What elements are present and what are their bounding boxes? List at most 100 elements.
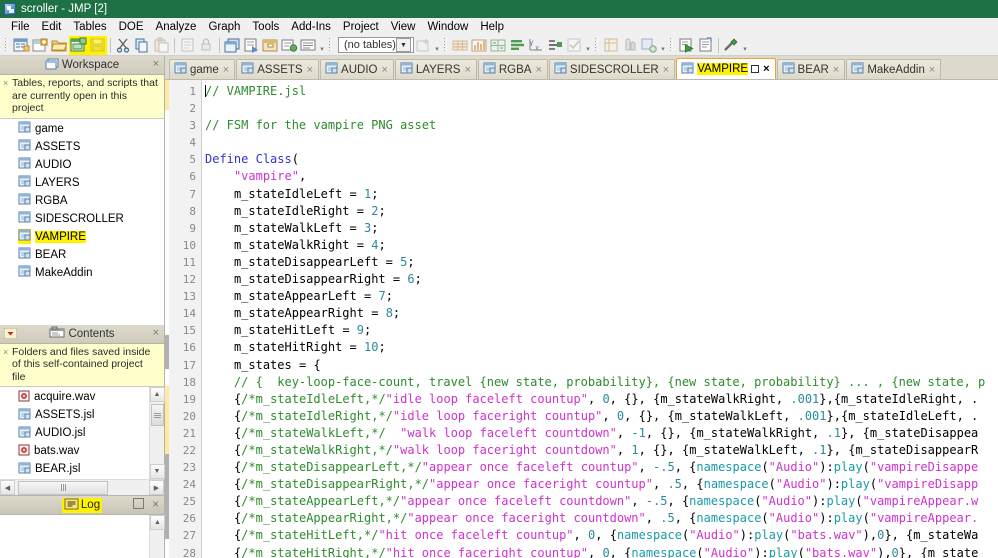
code-line[interactable]: Define Class(	[205, 151, 998, 168]
tab-bear[interactable]: BEAR ×	[776, 59, 846, 79]
log-content[interactable]	[0, 515, 149, 558]
toolbar-grip-2[interactable]	[328, 37, 334, 53]
scroll-left-icon[interactable]: ◀	[0, 480, 15, 495]
menu-item-file[interactable]: File	[5, 20, 36, 34]
tab-sidescroller[interactable]: SIDESCROLLER ×	[548, 59, 676, 79]
workspace-item-sidescroller[interactable]: SIDESCROLLER	[0, 210, 164, 228]
code-line[interactable]: {/*m_stateHitRight,*/"hit once faceright…	[205, 545, 998, 558]
scrollbar-thumb[interactable]	[150, 404, 164, 426]
toolbar-overflow-3[interactable]: ▾	[584, 37, 592, 53]
menu-item-doe[interactable]: DOE	[113, 20, 150, 34]
contents-list[interactable]: acquire.wav ASSETS.jsl AUDIO.jsl bats.wa…	[0, 387, 149, 479]
code-line[interactable]: m_stateDisappearRight = 6;	[205, 271, 998, 288]
contents-collapse-icon[interactable]	[3, 327, 18, 342]
code-line[interactable]: {/*m_stateDisappearRight,*/"appear once …	[205, 476, 998, 493]
scroll-down-icon[interactable]: ▼	[149, 464, 165, 479]
tab-vampire[interactable]: VAMPIRE ×	[676, 58, 776, 79]
menu-item-add-ins[interactable]: Add-Ins	[285, 20, 337, 34]
tab-makeaddin[interactable]: MakeAddin ×	[846, 59, 942, 79]
code-line[interactable]: // FSM for the vampire PNG asset	[205, 117, 998, 134]
code-editor[interactable]: 1 2 3 4 5 6 7 8 9 10 11 12 13 14 15 16 17 18 19 20 21 22 23 24 2…	[165, 79, 998, 558]
tab-close-icon[interactable]: ×	[929, 64, 935, 76]
fit-y-by-x-icon[interactable]	[470, 36, 489, 55]
code-line[interactable]	[205, 134, 998, 151]
lock-icon[interactable]	[197, 36, 216, 55]
contents-item-bats-wav[interactable]: bats.wav	[0, 442, 149, 460]
fit-model-icon[interactable]	[489, 36, 508, 55]
workspace-item-audio[interactable]: AUDIO	[0, 156, 164, 174]
add-table-icon[interactable]	[414, 36, 433, 55]
chart-icon[interactable]	[508, 36, 527, 55]
distribution-icon[interactable]	[451, 36, 470, 55]
toolbar-overflow-4[interactable]: ▾	[659, 37, 667, 53]
debugger-icon[interactable]	[722, 36, 741, 55]
code-line[interactable]: m_stateHitRight = 10;	[205, 339, 998, 356]
code-content[interactable]: // VAMPIRE.jsl // FSM for the vampire PN…	[202, 80, 998, 558]
preferences-icon[interactable]	[280, 36, 299, 55]
tab-rgba[interactable]: RGBA ×	[477, 59, 548, 79]
code-line[interactable]: m_stateIdleRight = 2;	[205, 203, 998, 220]
tab-close-icon[interactable]: ×	[464, 64, 470, 76]
menu-item-window[interactable]: Window	[421, 20, 474, 34]
graph-builder-icon[interactable]: Yx	[527, 36, 546, 55]
workspace-item-makeaddin[interactable]: MakeAddin	[0, 264, 164, 282]
columns-icon[interactable]	[621, 36, 640, 55]
menu-item-edit[interactable]: Edit	[36, 20, 68, 34]
tab-close-icon[interactable]: ×	[223, 64, 229, 76]
scroll-up-icon[interactable]: ▲	[149, 387, 165, 402]
log-close-icon[interactable]: ×	[152, 499, 159, 511]
copy-icon[interactable]	[133, 36, 152, 55]
workspace-tip-close-icon[interactable]: ×	[3, 77, 8, 90]
new-data-table-icon[interactable]	[12, 36, 31, 55]
contents-item-bear-jsl[interactable]: BEAR.jsl	[0, 460, 149, 478]
menu-item-tables[interactable]: Tables	[67, 20, 112, 34]
code-line[interactable]: m_stateWalkLeft = 3;	[205, 220, 998, 237]
run-script-icon[interactable]	[677, 36, 696, 55]
toolbar-grip[interactable]	[4, 37, 10, 53]
contents-tip-close-icon[interactable]: ×	[3, 346, 8, 359]
tab-close-icon[interactable]: ×	[833, 64, 839, 76]
checklist-icon[interactable]	[565, 36, 584, 55]
code-line[interactable]: m_stateDisappearLeft = 5;	[205, 254, 998, 271]
menu-item-graph[interactable]: Graph	[202, 20, 246, 34]
workspace-list[interactable]: game ASSETS AUDIO LAYERS RGBA SIDESCROLL…	[0, 118, 164, 325]
workspace-close-icon[interactable]: ×	[153, 58, 159, 70]
tab-close-icon[interactable]: ×	[381, 64, 387, 76]
workspace-item-rgba[interactable]: RGBA	[0, 192, 164, 210]
log-vertical-scrollbar[interactable]: ▲	[149, 515, 165, 558]
code-line[interactable]: {/*m_stateAppearLeft,*/"appear once face…	[205, 493, 998, 510]
tab-close-icon[interactable]: ×	[663, 64, 669, 76]
save-icon[interactable]	[88, 35, 107, 55]
menu-item-view[interactable]: View	[385, 20, 422, 34]
tab-audio[interactable]: AUDIO ×	[320, 59, 394, 79]
new-project-icon[interactable]	[31, 36, 50, 55]
code-line[interactable]	[205, 100, 998, 117]
table-selector[interactable]: (no tables) ▼	[338, 37, 414, 53]
contents-item-audio-jsl[interactable]: AUDIO.jsl	[0, 424, 149, 442]
maximize-icon[interactable]	[133, 498, 145, 512]
code-line[interactable]: // { key-loop-face-count, travel {new st…	[205, 374, 998, 391]
tab-close-icon[interactable]: ×	[307, 64, 313, 76]
table-view-icon[interactable]	[602, 36, 621, 55]
toolbar-grip-3[interactable]	[443, 37, 449, 53]
new-window-icon[interactable]	[223, 36, 242, 55]
tab-close-icon[interactable]: ×	[763, 63, 769, 75]
menu-item-analyze[interactable]: Analyze	[150, 20, 203, 34]
code-line[interactable]: {/*m_stateHitLeft,*/"hit once faceleft c…	[205, 527, 998, 544]
code-line[interactable]: {/*m_stateWalkRight,*/"walk loop facerig…	[205, 442, 998, 459]
code-line[interactable]: m_stateAppearLeft = 7;	[205, 288, 998, 305]
contents-close-icon[interactable]: ×	[153, 327, 159, 339]
hscrollbar-thumb[interactable]	[18, 480, 108, 495]
code-line[interactable]: m_stateWalkRight = 4;	[205, 237, 998, 254]
open-file-icon[interactable]	[50, 36, 69, 55]
archive-icon[interactable]	[261, 36, 280, 55]
paste-icon[interactable]	[152, 36, 171, 55]
code-line[interactable]: {/*m_stateWalkLeft,*/ "walk loop facelef…	[205, 425, 998, 442]
tab-game[interactable]: game ×	[169, 59, 236, 79]
toolbar-overflow-1[interactable]: ▾	[318, 37, 326, 53]
toolbar-grip-4[interactable]	[594, 37, 600, 53]
tab-layers[interactable]: LAYERS ×	[394, 59, 477, 79]
save-project-icon[interactable]	[69, 35, 88, 55]
chevron-down-icon[interactable]: ▼	[395, 38, 411, 52]
toolbar-overflow-5[interactable]: ▾	[741, 37, 749, 53]
